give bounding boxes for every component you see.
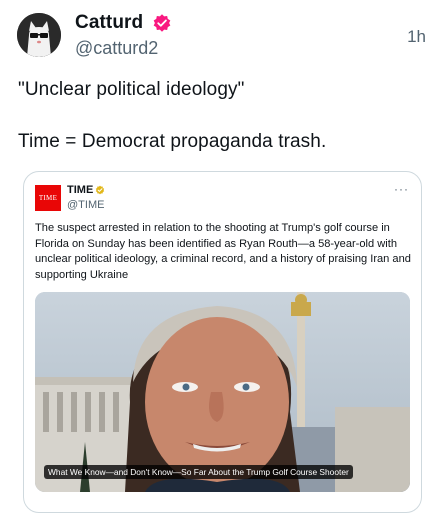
quoted-author-handle[interactable]: @TIME bbox=[67, 199, 104, 211]
time-logo-text: TIME bbox=[38, 194, 58, 202]
more-options-icon[interactable]: ··· bbox=[394, 182, 409, 196]
time-logo: TIME bbox=[35, 185, 61, 211]
quoted-author-name[interactable]: TIME bbox=[67, 184, 93, 196]
tweet-header: Catturd @catturd2 1h bbox=[0, 0, 443, 70]
article-image[interactable]: What We Know—and Don't Know—So Far About… bbox=[35, 292, 410, 492]
author-name[interactable]: Catturd bbox=[75, 12, 143, 34]
tweet-text-line-1: "Unclear political ideology" bbox=[18, 79, 245, 100]
article-caption: What We Know—and Don't Know—So Far About… bbox=[44, 465, 353, 479]
cat-avatar-icon bbox=[17, 13, 61, 57]
photo-illustration bbox=[35, 292, 410, 492]
avatar[interactable] bbox=[17, 13, 61, 57]
timestamp[interactable]: 1h bbox=[407, 27, 426, 47]
author-handle[interactable]: @catturd2 bbox=[75, 38, 158, 59]
verified-badge-icon bbox=[153, 14, 171, 32]
quoted-tweet-text: The suspect arrested in relation to the … bbox=[35, 222, 411, 281]
gold-verified-badge-icon bbox=[95, 185, 105, 195]
quoted-tweet-card[interactable]: TIME TIME @TIME ··· The suspect arrested… bbox=[23, 171, 422, 513]
tweet-text-line-2: Time = Democrat propaganda trash. bbox=[18, 131, 327, 152]
